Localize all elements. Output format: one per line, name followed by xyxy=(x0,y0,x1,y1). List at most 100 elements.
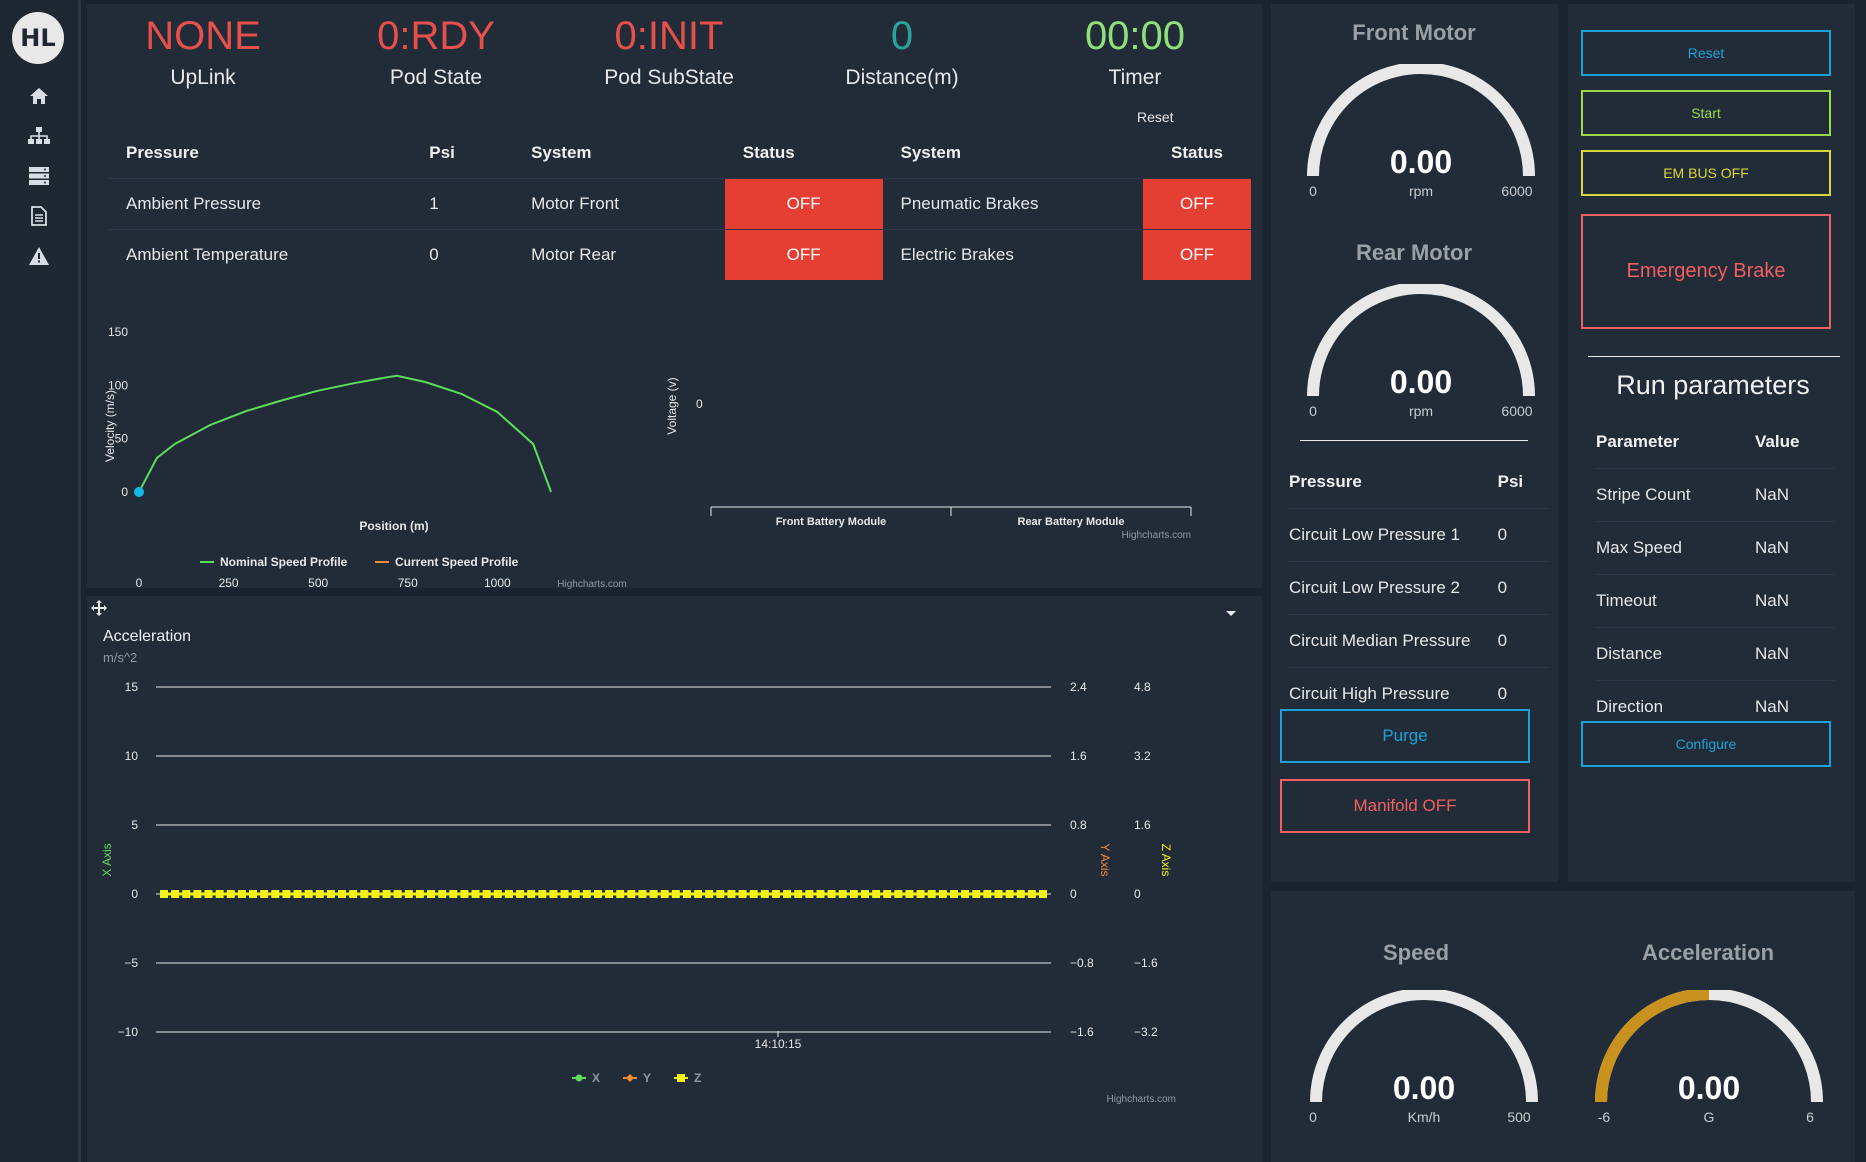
y-axis-tick: 0.8 xyxy=(1070,818,1087,832)
timer-reset-link[interactable]: Reset xyxy=(1137,109,1174,125)
speed-gauge: 0.00 Km/h 0 500 xyxy=(1309,990,1538,1125)
table-row: Circuit Median Pressure 0 xyxy=(1288,614,1550,668)
document-icon[interactable] xyxy=(25,202,53,230)
z-series-point xyxy=(838,890,847,898)
acceleration-title: Acceleration xyxy=(1641,940,1775,965)
z-series-point xyxy=(760,890,769,898)
purge-button[interactable]: Purge xyxy=(1280,709,1530,763)
z-series-point xyxy=(393,890,402,898)
accel-legend: X Y Z xyxy=(572,1071,701,1085)
divider xyxy=(1300,440,1528,441)
z-series-point xyxy=(972,890,981,898)
voltage-y-label: Voltage (v) xyxy=(665,377,679,434)
z-axis-tick: 3.2 xyxy=(1134,749,1151,763)
velocity-credit[interactable]: Highcharts.com xyxy=(557,579,626,590)
z-series-point xyxy=(1039,890,1047,898)
sitemap-icon[interactable] xyxy=(25,122,53,150)
pressure-name: Circuit Median Pressure xyxy=(1288,614,1497,668)
server-icon[interactable] xyxy=(25,162,53,190)
reset-button[interactable]: Reset xyxy=(1581,30,1831,76)
chevron-down-icon[interactable] xyxy=(1225,605,1237,623)
stat-timer-label: Timer xyxy=(1108,66,1162,89)
run-parameters-title: Run parameters xyxy=(1616,370,1810,400)
stat-pod-state-label: Pod State xyxy=(389,66,483,89)
pressure-name: Circuit Low Pressure 1 xyxy=(1288,508,1497,562)
cell-system-2: Pneumatic Brakes xyxy=(882,178,1144,230)
speed-value: 0.00 xyxy=(1393,1070,1455,1106)
emergency-brake-button[interactable]: Emergency Brake xyxy=(1581,214,1831,329)
z-series-point xyxy=(249,890,258,898)
cell-system: Motor Front xyxy=(513,178,725,230)
z-series-point xyxy=(516,890,525,898)
z-series-point xyxy=(771,890,780,898)
voltage-credit[interactable]: Highcharts.com xyxy=(1122,530,1191,541)
value-header: Value xyxy=(1755,432,1800,451)
z-series-point xyxy=(237,890,246,898)
front-motor-min: 0 xyxy=(1309,183,1317,199)
z-series-point xyxy=(961,890,970,898)
legend-y[interactable]: Y xyxy=(643,1071,651,1085)
param-value: NaN xyxy=(1754,468,1835,522)
z-series-point xyxy=(794,890,803,898)
pressure-value: 0 xyxy=(1496,561,1550,615)
z-series-point xyxy=(905,890,914,898)
z-series-point xyxy=(349,890,358,898)
stat-distance: 0 Distance(m) xyxy=(802,8,1002,90)
acceleration-max: 6 xyxy=(1806,1109,1814,1125)
z-axis-tick: 1.6 xyxy=(1134,818,1151,832)
x-tick-label: 1000 xyxy=(484,576,511,590)
z-series-point xyxy=(749,890,758,898)
z-series-point xyxy=(649,890,658,898)
logo[interactable]: HL xyxy=(12,12,64,64)
z-series-point xyxy=(438,890,447,898)
y-axis-label: Y Axis xyxy=(1098,843,1112,876)
z-series-point xyxy=(983,890,992,898)
z-series-point xyxy=(493,890,502,898)
home-icon[interactable] xyxy=(25,82,53,110)
table-row: Timeout NaN xyxy=(1595,574,1835,628)
z-series-point xyxy=(827,890,836,898)
z-axis-tick: 0 xyxy=(1134,887,1141,901)
sidebar: HL xyxy=(0,0,81,1162)
x-axis-tick: −5 xyxy=(124,956,138,970)
status-badge: OFF xyxy=(1143,178,1251,230)
warning-icon[interactable] xyxy=(25,242,53,270)
z-series-point xyxy=(538,890,547,898)
stat-timer-value: 00:00 xyxy=(1084,14,1186,58)
legend-x[interactable]: X xyxy=(592,1071,600,1085)
z-series-point xyxy=(326,890,335,898)
z-series-point xyxy=(193,890,202,898)
z-series-point xyxy=(849,890,858,898)
z-series-point xyxy=(1027,890,1036,898)
table-row: Max Speed NaN xyxy=(1595,521,1835,575)
stat-timer: 00:00 Timer xyxy=(1035,8,1235,90)
z-series-point xyxy=(716,890,725,898)
stat-pod-state: 0:RDY Pod State xyxy=(336,8,536,90)
start-button[interactable]: Start xyxy=(1581,90,1831,136)
table-row: Circuit Low Pressure 20 xyxy=(1288,561,1550,615)
cell-system-2: Electric Brakes xyxy=(882,229,1144,280)
z-series-point xyxy=(605,890,614,898)
rear-motor-max: 6000 xyxy=(1501,403,1532,419)
z-series-point xyxy=(204,890,213,898)
param-value: NaN xyxy=(1754,521,1835,575)
z-series-point xyxy=(816,890,825,898)
y-axis-tick: −0.8 xyxy=(1070,956,1094,970)
velocity-chart: 0501001500 250 500 750 1000 Velocity (m/s) P… xyxy=(103,325,627,590)
em-bus-off-button[interactable]: EM BUS OFF xyxy=(1581,150,1831,196)
acceleration-min: -6 xyxy=(1598,1109,1611,1125)
move-icon[interactable] xyxy=(91,600,107,621)
accel-credit[interactable]: Highcharts.com xyxy=(1107,1094,1176,1105)
nominal-speed-line xyxy=(138,374,553,493)
configure-button[interactable]: Configure xyxy=(1581,721,1831,767)
stat-uplink-label: UpLink xyxy=(170,66,236,89)
legend-current[interactable]: Current Speed Profile xyxy=(395,555,519,569)
stat-pod-substate-value: 0:INIT xyxy=(614,14,724,58)
z-series-point xyxy=(304,890,313,898)
z-series-point xyxy=(471,890,480,898)
legend-z[interactable]: Z xyxy=(694,1071,701,1085)
legend-nominal[interactable]: Nominal Speed Profile xyxy=(220,555,348,569)
status-badge: OFF xyxy=(724,178,883,230)
x-axis-tick: 5 xyxy=(131,818,138,832)
manifold-off-button[interactable]: Manifold OFF xyxy=(1280,779,1530,833)
